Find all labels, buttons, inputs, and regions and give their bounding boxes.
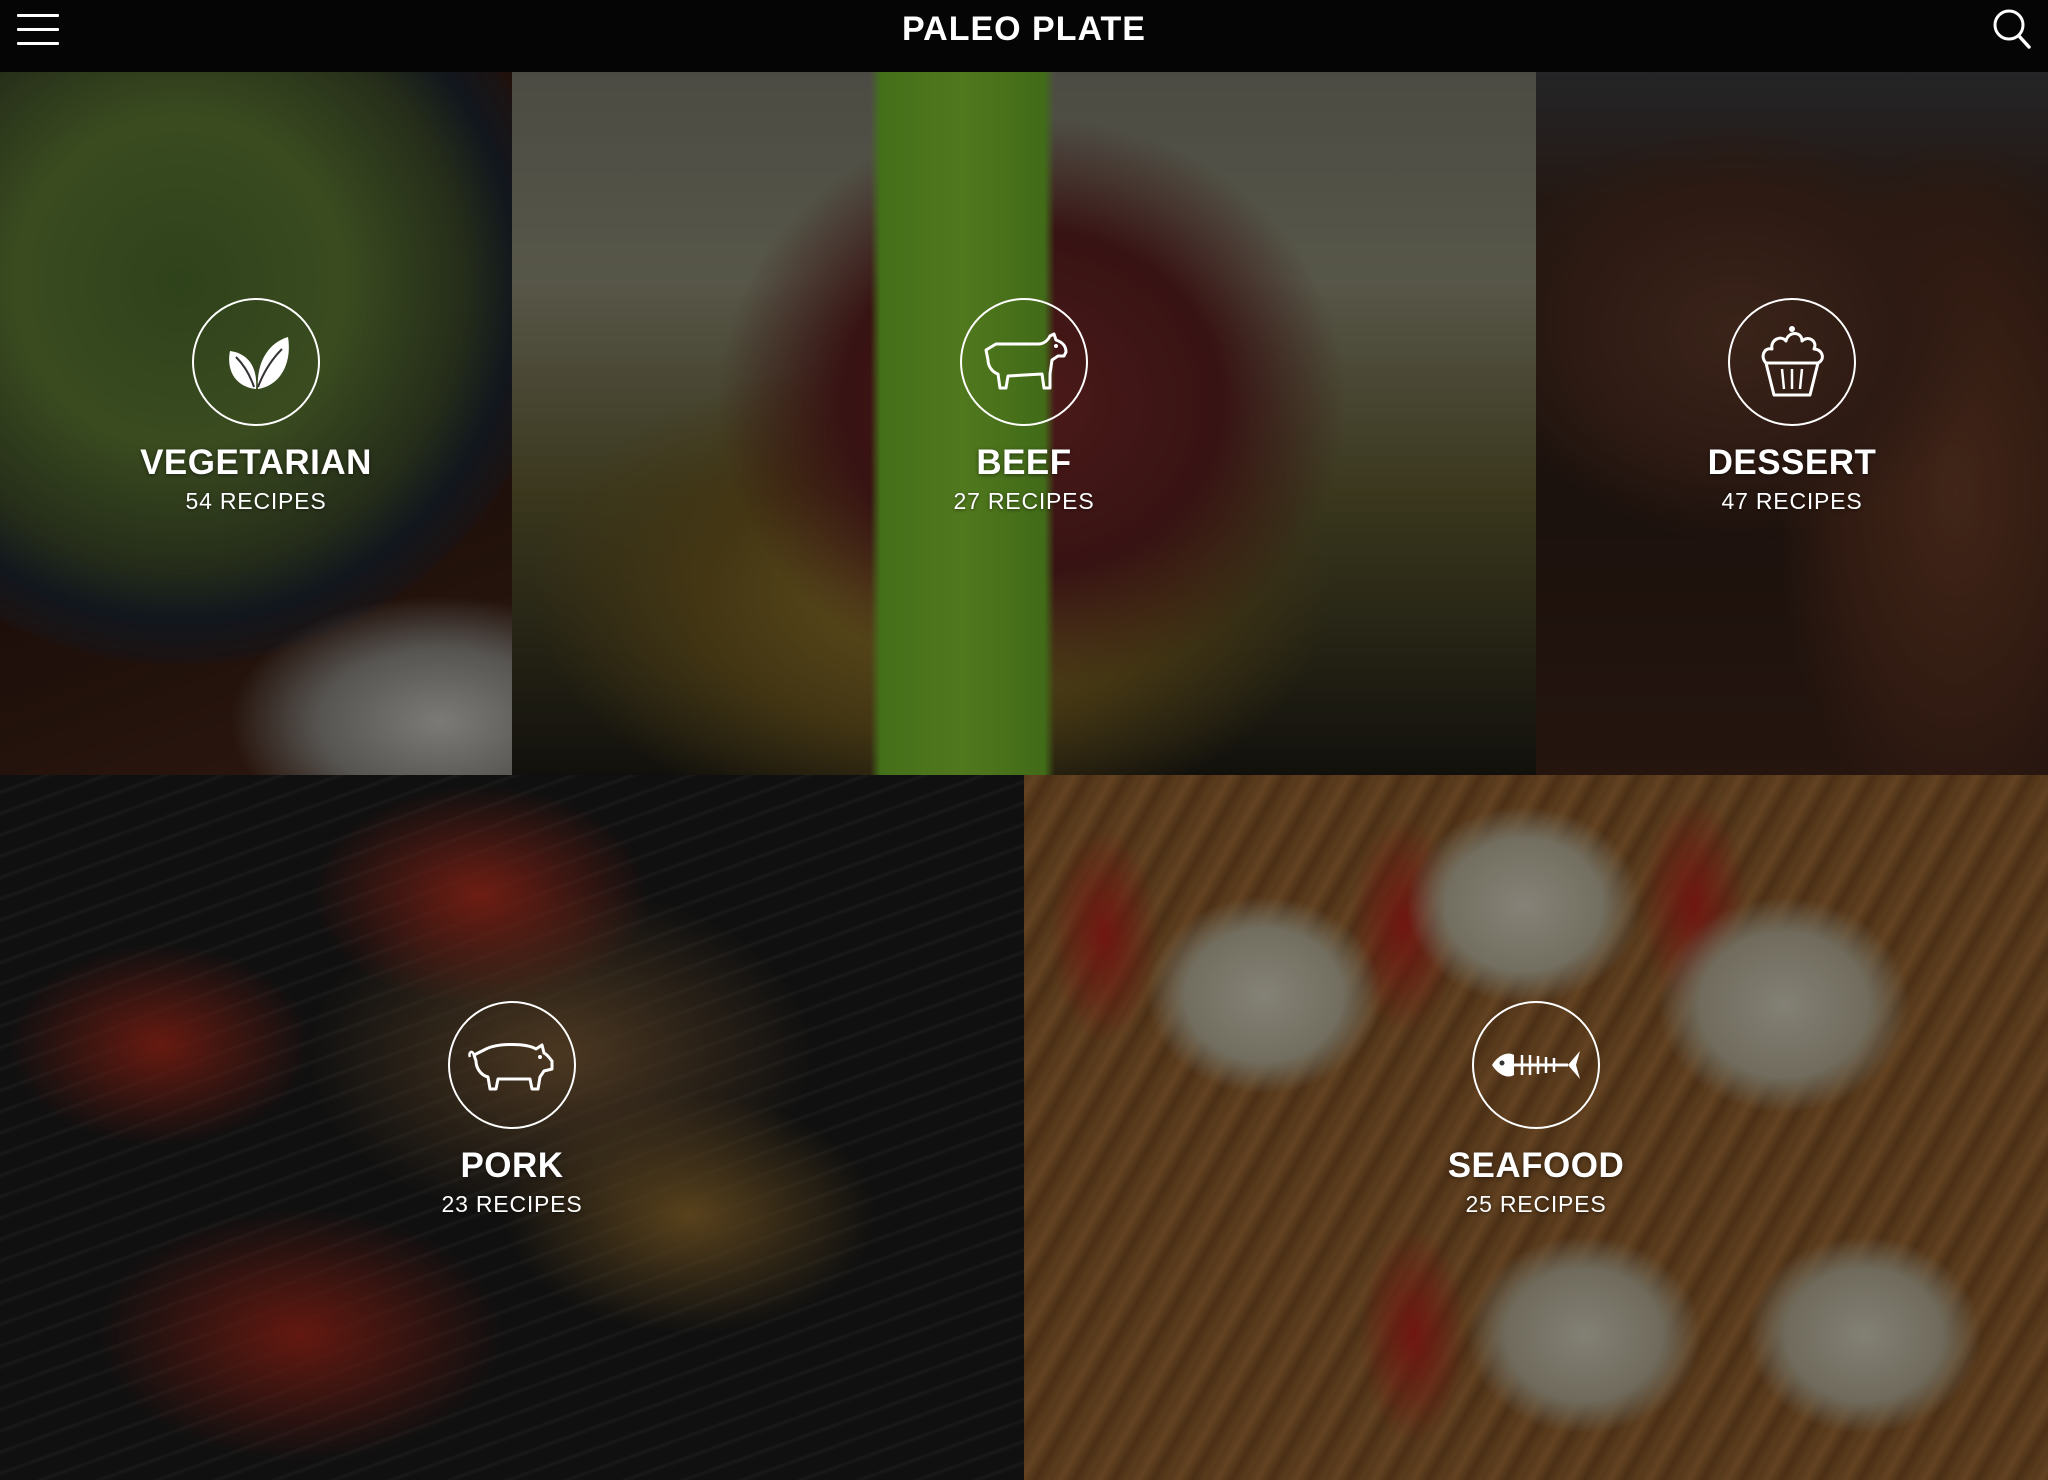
fish-bone-icon [1492,1051,1580,1079]
category-name: DESSERT [1707,443,1877,482]
cow-icon [984,332,1068,390]
category-name: VEGETARIAN [140,443,372,482]
category-name: BEEF [976,443,1072,482]
recipe-count: 25 RECIPES [1465,1191,1607,1217]
search-button[interactable] [1992,8,2032,50]
category-content: DESSERT 47 RECIPES [1536,298,2048,516]
category-icon-circle [192,298,320,426]
category-tile-dessert[interactable]: DESSERT 47 RECIPES [1536,72,2048,775]
search-icon [1993,9,2031,49]
category-tile-pork[interactable]: PORK 23 RECIPES [0,775,1024,1480]
category-name: PORK [460,1146,564,1185]
category-tile-seafood[interactable]: SEAFOOD 25 RECIPES [1024,775,2048,1480]
category-tile-beef[interactable]: BEEF 27 RECIPES [512,72,1536,775]
category-icon-circle [1728,298,1856,426]
recipe-count: 54 RECIPES [185,488,327,514]
category-content: PORK 23 RECIPES [0,1001,1024,1219]
category-icon-circle [448,1001,576,1129]
category-content: SEAFOOD 25 RECIPES [1024,1001,2048,1219]
category-icon-circle [960,298,1088,426]
recipe-count: 47 RECIPES [1721,488,1863,514]
top-bar: PALEO PLATE [0,0,2048,72]
recipe-count: 27 RECIPES [953,488,1095,514]
category-tile-vegetarian[interactable]: VEGETARIAN 54 RECIPES [0,72,512,775]
category-name: SEAFOOD [1447,1146,1625,1185]
category-icon-circle [1472,1001,1600,1129]
pig-icon [468,1043,554,1091]
app-title: PALEO PLATE [902,10,1146,48]
recipe-count: 23 RECIPES [441,1191,583,1217]
category-content: BEEF 27 RECIPES [512,298,1536,516]
leaf-icon [229,337,289,389]
cupcake-icon [1761,326,1824,397]
category-content: VEGETARIAN 54 RECIPES [0,298,512,516]
